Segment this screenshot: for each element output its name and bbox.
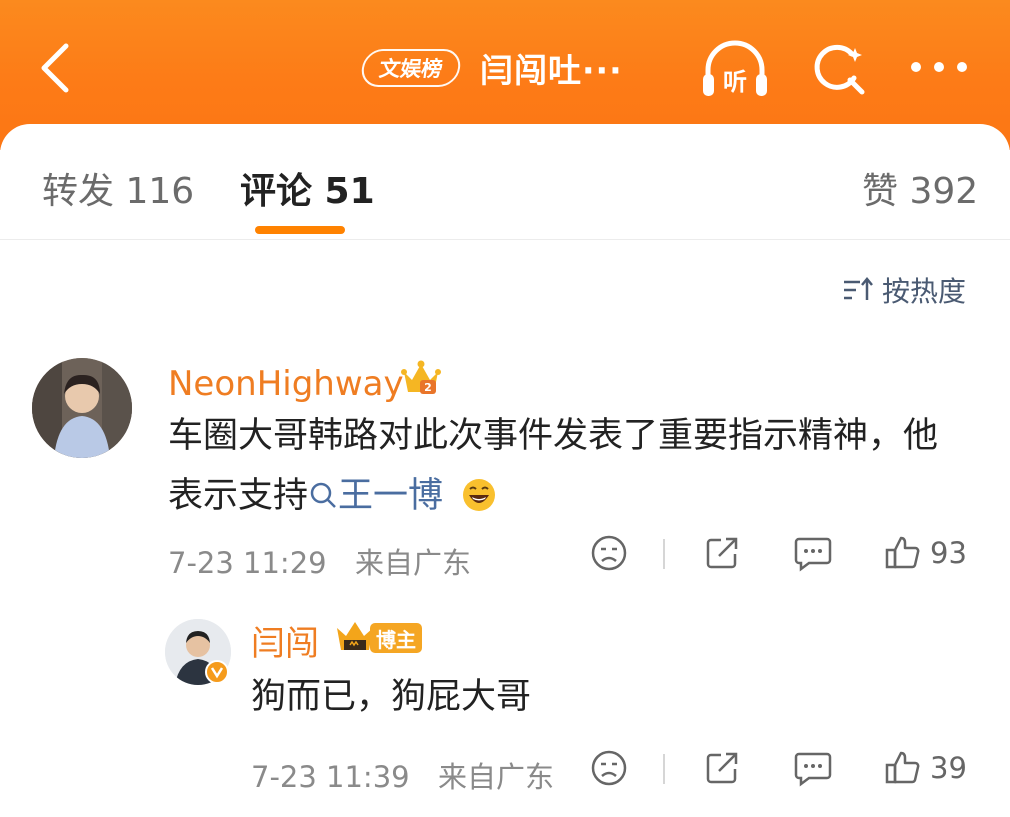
more-dots-icon xyxy=(911,62,967,72)
page-title: 闫闯吐··· xyxy=(480,51,623,90)
comment-bubble-icon xyxy=(794,537,832,572)
comment-bubble-icon xyxy=(794,752,832,787)
reply-button[interactable] xyxy=(793,534,833,572)
chevron-left-icon xyxy=(41,43,69,93)
search-button[interactable] xyxy=(810,40,870,100)
reply-like-count: 39 xyxy=(930,751,967,785)
sort-label: 按热度 xyxy=(882,275,967,308)
reply-like-button[interactable]: 39 xyxy=(884,749,967,787)
tab-comment[interactable]: 评论 51 xyxy=(240,162,375,214)
more-button[interactable] xyxy=(906,52,972,82)
listen-label: 听 xyxy=(723,68,747,96)
header-center: 文娱榜 闫闯吐··· xyxy=(359,44,623,92)
comment-meta: 7-23 11:29 来自广东 xyxy=(168,540,471,582)
sort-toggle[interactable]: 按热度 xyxy=(842,270,966,310)
search-icon xyxy=(310,482,336,508)
avatar[interactable] xyxy=(32,358,132,458)
comment-location: 来自广东 xyxy=(355,546,472,580)
reply-meta: 7-23 11:39 来自广东 xyxy=(251,754,554,796)
reply-reply-button[interactable] xyxy=(793,749,833,787)
thumbs-up-icon xyxy=(885,751,920,784)
tab-bar: 转发 116 评论 51 赞 392 xyxy=(0,124,1010,240)
active-tab-indicator xyxy=(255,226,345,234)
svg-text:2: 2 xyxy=(424,381,432,394)
like-count: 93 xyxy=(930,536,967,570)
member-crown-icon: 2 xyxy=(400,358,442,402)
comments-card: 转发 116 评论 51 赞 392 按热度 NeonHighway 2 车圈大… xyxy=(0,124,1010,817)
tab-repost[interactable]: 转发 116 xyxy=(42,162,194,214)
like-button[interactable]: 93 xyxy=(884,534,967,572)
comment-text: 车圈大哥韩路对此次事件发表了重要指示精神，他表示支持 王一博 xyxy=(168,406,948,526)
reply-username[interactable]: 闫闯 xyxy=(251,616,319,665)
reply-action-divider xyxy=(663,754,665,784)
share-icon xyxy=(706,752,738,784)
user-avatar-image xyxy=(32,358,132,458)
search-icon xyxy=(814,44,865,95)
dislike-button[interactable] xyxy=(590,534,628,572)
tab-like[interactable]: 赞 392 xyxy=(862,162,978,214)
reply-time: 7-23 11:39 xyxy=(251,760,410,794)
reply-location: 来自广东 xyxy=(438,760,555,794)
topic-label: 王一博 xyxy=(338,476,444,516)
unhappy-face-icon xyxy=(591,535,627,571)
headphones-icon: 听 xyxy=(703,40,767,96)
share-icon xyxy=(706,537,738,569)
action-divider xyxy=(663,539,665,569)
owner-tag: 博主 xyxy=(370,623,422,653)
listen-button[interactable]: 听 xyxy=(698,36,772,102)
reply-dislike-button[interactable] xyxy=(590,749,628,787)
reply-text: 狗而已，狗屁大哥 xyxy=(251,677,532,717)
topic-link[interactable]: 王一博 xyxy=(308,476,443,516)
sort-icon xyxy=(844,277,873,300)
comment-username[interactable]: NeonHighway xyxy=(168,364,404,404)
comment-time: 7-23 11:29 xyxy=(168,546,327,580)
reply-share-button[interactable] xyxy=(703,749,741,787)
comment-text-body: 车圈大哥韩路对此次事件发表了重要指示精神，他表示支持 xyxy=(168,416,939,516)
laugh-emoji-icon xyxy=(463,479,496,511)
hot-list-badge[interactable]: 文娱榜 xyxy=(359,49,463,87)
verified-badge-icon xyxy=(205,660,229,684)
unhappy-face-icon xyxy=(591,750,627,786)
share-button[interactable] xyxy=(703,534,741,572)
thumbs-up-icon xyxy=(885,536,920,569)
back-button[interactable] xyxy=(32,38,82,98)
